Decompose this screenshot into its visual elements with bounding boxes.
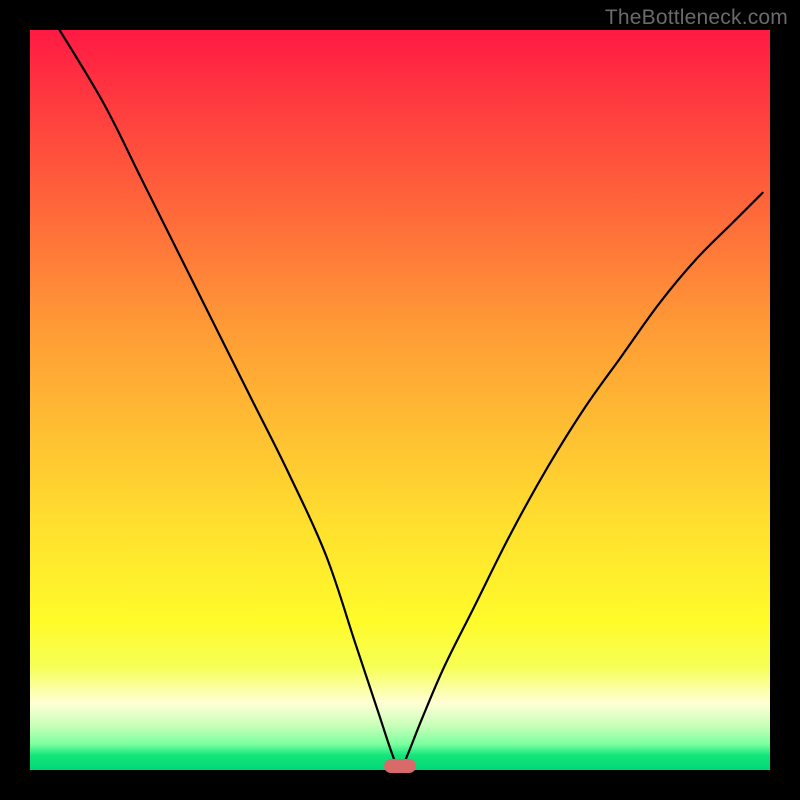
chart-frame: TheBottleneck.com [0, 0, 800, 800]
curve-svg [30, 30, 770, 770]
watermark-text: TheBottleneck.com [605, 6, 788, 30]
plot-area [30, 30, 770, 770]
bottleneck-curve [60, 30, 763, 770]
optimal-point-marker [384, 759, 416, 773]
